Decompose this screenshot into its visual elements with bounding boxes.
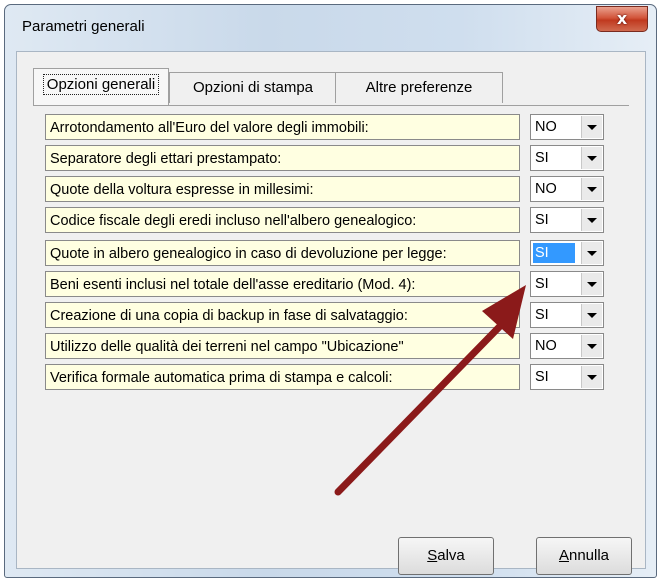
tab-opzioni-generali[interactable]: Opzioni generali [33,68,169,105]
tab-label: Opzioni generali [42,74,160,95]
